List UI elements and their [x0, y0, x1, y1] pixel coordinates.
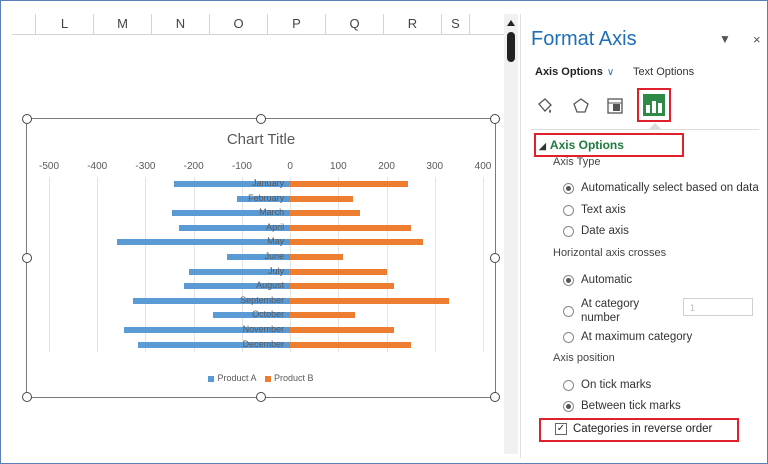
radio-auto-select[interactable]: Automatically select based on data: [563, 182, 759, 194]
x-tick-label[interactable]: 400: [475, 161, 492, 172]
column-header-p[interactable]: P: [268, 14, 326, 34]
collapse-triangle-icon: ◢: [539, 141, 546, 151]
resize-handle-bottom[interactable]: [256, 392, 266, 402]
bar-product-b[interactable]: [290, 283, 394, 290]
chart-legend[interactable]: Product A Product B: [27, 373, 495, 383]
gridline: [290, 177, 292, 352]
legend-item-product-a[interactable]: Product A: [208, 373, 256, 383]
category-label[interactable]: April: [266, 222, 284, 232]
x-tick-label[interactable]: -200: [184, 161, 204, 172]
radio-date-axis[interactable]: Date axis: [563, 225, 629, 237]
section-axis-options[interactable]: ◢ Axis Options: [539, 138, 624, 152]
axis-position-label: Axis position: [553, 352, 615, 364]
checkbox-categories-reverse-order[interactable]: ✓ Categories in reverse order: [555, 423, 712, 435]
column-header-partial[interactable]: [12, 14, 36, 34]
x-tick-label[interactable]: -500: [39, 161, 59, 172]
radio-automatic[interactable]: Automatic: [563, 274, 632, 286]
bar-product-b[interactable]: [290, 327, 394, 333]
scroll-up-arrow-icon[interactable]: [507, 20, 515, 26]
category-label[interactable]: June: [265, 251, 285, 261]
x-tick-label[interactable]: 100: [330, 161, 347, 172]
bar-product-b[interactable]: [290, 195, 353, 202]
category-label[interactable]: October: [252, 309, 284, 319]
column-header-o[interactable]: O: [210, 14, 268, 34]
scroll-thumb[interactable]: [507, 32, 515, 62]
column-header-row: LMNOPQRS: [12, 14, 504, 35]
x-tick-label[interactable]: 0: [287, 161, 293, 172]
checkmark-icon: ✓: [555, 423, 567, 435]
tab-text-options[interactable]: Text Options: [633, 66, 694, 78]
gridline: [434, 177, 436, 352]
effects-icon[interactable]: [569, 94, 593, 118]
column-header-l[interactable]: L: [36, 14, 94, 34]
radio-at-category-number[interactable]: At category number: [563, 297, 663, 325]
bar-product-b[interactable]: [290, 210, 361, 217]
bar-product-b[interactable]: [290, 239, 423, 246]
radio-at-maximum-category[interactable]: At maximum category: [563, 331, 692, 343]
resize-handle-bottom-left[interactable]: [22, 392, 32, 402]
category-number-input[interactable]: 1: [683, 298, 753, 316]
radio-on-tick-marks[interactable]: On tick marks: [563, 379, 651, 391]
column-header-m[interactable]: M: [94, 14, 152, 34]
axis-type-label: Axis Type: [553, 156, 601, 168]
bar-product-b[interactable]: [290, 268, 387, 275]
pane-title: Format Axis: [531, 28, 637, 50]
category-label[interactable]: July: [268, 266, 284, 276]
close-icon[interactable]: ×: [753, 32, 761, 47]
bar-product-b[interactable]: [290, 341, 411, 348]
x-tick-label[interactable]: 300: [426, 161, 443, 172]
bar-product-b[interactable]: [290, 254, 344, 260]
horizontal-axis-crosses-label: Horizontal axis crosses: [553, 247, 667, 259]
column-header-s[interactable]: S: [442, 14, 470, 34]
bar-product-b[interactable]: [290, 297, 450, 304]
tab-axis-options[interactable]: Axis Options ∨: [535, 66, 614, 78]
axis-options-icon[interactable]: [637, 88, 671, 122]
gridline: [97, 177, 99, 352]
category-label[interactable]: January: [252, 178, 284, 188]
resize-handle-right[interactable]: [490, 253, 500, 263]
resize-handle-top[interactable]: [256, 114, 266, 124]
vertical-scrollbar[interactable]: [504, 14, 518, 454]
column-header-r[interactable]: R: [384, 14, 442, 34]
chevron-down-icon: ∨: [606, 67, 615, 78]
gridline: [483, 177, 484, 352]
legend-item-product-b[interactable]: Product B: [265, 373, 314, 383]
chart-area[interactable]: Chart Title Product A Product B -500 -400…: [26, 118, 496, 398]
radio-between-tick-marks[interactable]: Between tick marks: [563, 400, 681, 412]
bar-product-b[interactable]: [290, 312, 356, 319]
bar-product-b[interactable]: [290, 224, 411, 231]
category-label[interactable]: February: [248, 193, 284, 203]
category-label[interactable]: September: [240, 295, 284, 305]
gridline: [193, 177, 195, 352]
gridline: [386, 177, 388, 352]
category-label[interactable]: November: [243, 324, 285, 334]
resize-handle-left[interactable]: [22, 253, 32, 263]
gridline: [338, 177, 340, 352]
divider: [531, 129, 759, 130]
column-header-q[interactable]: Q: [326, 14, 384, 34]
radio-text-axis[interactable]: Text axis: [563, 204, 626, 216]
category-label[interactable]: December: [243, 339, 285, 349]
bar-product-a[interactable]: [116, 239, 291, 246]
column-header-n[interactable]: N: [152, 14, 210, 34]
chart-title[interactable]: Chart Title: [27, 131, 495, 148]
resize-handle-top-left[interactable]: [22, 114, 32, 124]
pane-options-dropdown-icon[interactable]: ▼: [719, 32, 731, 46]
x-tick-label[interactable]: -100: [232, 161, 252, 172]
x-tick-label[interactable]: -400: [87, 161, 107, 172]
category-label[interactable]: May: [267, 236, 284, 246]
size-properties-icon[interactable]: [603, 94, 627, 118]
fill-line-icon[interactable]: [533, 94, 557, 118]
bar-product-b[interactable]: [290, 181, 409, 187]
category-label[interactable]: March: [259, 207, 284, 217]
resize-handle-bottom-right[interactable]: [490, 392, 500, 402]
x-tick-label[interactable]: 200: [378, 161, 395, 172]
x-tick-label[interactable]: -300: [135, 161, 155, 172]
resize-handle-top-right[interactable]: [490, 114, 500, 124]
format-axis-pane: Format Axis ▼ × Axis Options ∨ Text Optio…: [520, 14, 767, 458]
gridline: [49, 177, 50, 352]
gridline: [145, 177, 147, 352]
category-label[interactable]: August: [256, 280, 284, 290]
